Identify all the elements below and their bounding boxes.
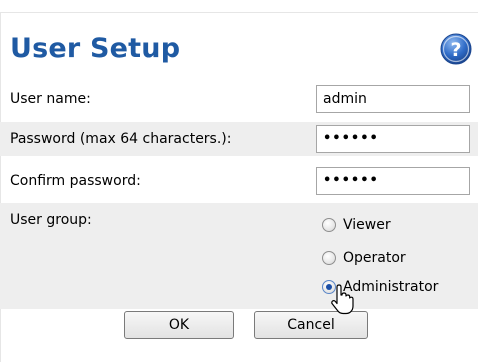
radio-viewer[interactable]: Viewer: [322, 214, 391, 236]
radio-operator[interactable]: Operator: [322, 247, 406, 269]
radio-viewer-label: Viewer: [343, 217, 391, 233]
confirm-password-label: Confirm password:: [10, 173, 141, 189]
username-row: User name: admin: [0, 82, 478, 116]
username-input[interactable]: admin: [316, 85, 470, 113]
radio-administrator[interactable]: Administrator: [322, 276, 438, 298]
svg-text:?: ?: [450, 39, 461, 61]
user-setup-panel: User Setup ? User name: admin Password (…: [0, 0, 478, 362]
user-group-label: User group:: [10, 212, 92, 228]
radio-button-selected-icon[interactable]: [322, 280, 336, 294]
username-label: User name:: [10, 91, 91, 107]
ok-button[interactable]: OK: [124, 311, 234, 339]
radio-operator-label: Operator: [343, 250, 406, 266]
radio-administrator-label: Administrator: [343, 279, 439, 295]
user-group-section: User group: Viewer Operator Administrato…: [0, 203, 478, 309]
password-row: Password (max 64 characters.): ••••••: [0, 122, 478, 156]
help-icon[interactable]: ?: [440, 33, 472, 65]
panel-top-border: [0, 12, 478, 13]
cancel-button[interactable]: Cancel: [254, 311, 368, 339]
radio-button-icon[interactable]: [322, 218, 336, 232]
confirm-password-input[interactable]: ••••••: [316, 167, 470, 195]
password-input[interactable]: ••••••: [316, 125, 470, 153]
password-label: Password (max 64 characters.):: [10, 131, 232, 147]
confirm-password-row: Confirm password: ••••••: [0, 164, 478, 198]
page-title: User Setup: [10, 33, 181, 64]
radio-button-icon[interactable]: [322, 251, 336, 265]
